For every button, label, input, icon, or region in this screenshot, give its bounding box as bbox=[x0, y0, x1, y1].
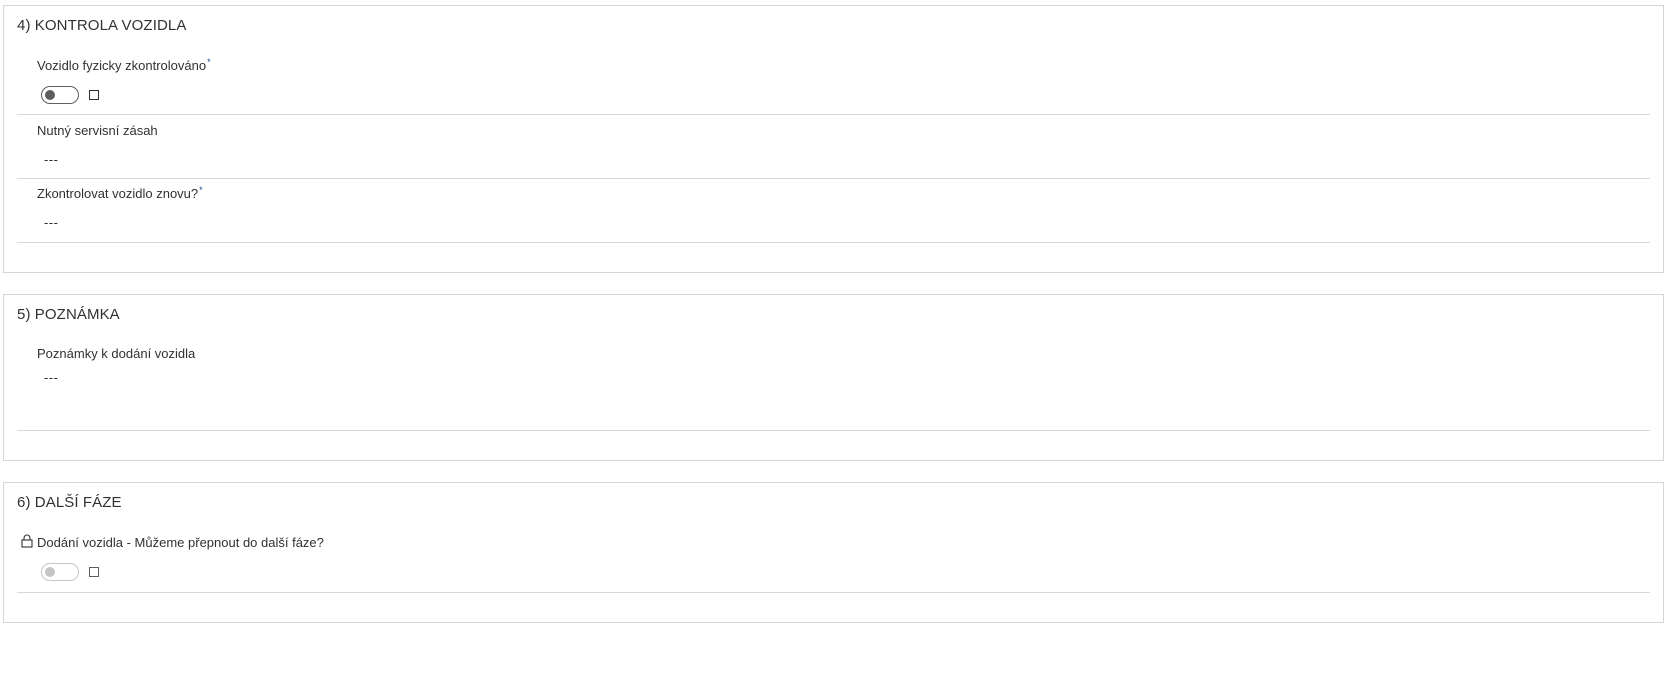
section-title: 6) DALŠÍ FÁZE bbox=[17, 494, 122, 511]
zkontrolovat-znovu-value[interactable]: --- bbox=[44, 215, 59, 230]
required-marker: * bbox=[199, 185, 203, 195]
section-kontrola-vozidla: 4) KONTROLA VOZIDLA Vozidlo fyzicky zkon… bbox=[3, 5, 1664, 273]
dalsi-faze-toggle bbox=[41, 563, 79, 581]
lock-icon bbox=[21, 534, 33, 548]
required-marker: * bbox=[207, 57, 211, 67]
field-label-servisni-zasah: Nutný servisní zásah bbox=[37, 123, 158, 138]
field-divider bbox=[17, 114, 1650, 115]
field-label-zkontrolovat-znovu: Zkontrolovat vozidlo znovu?* bbox=[37, 185, 203, 201]
field-label-dalsi-faze: Dodání vozidla - Můžeme přepnout do dalš… bbox=[37, 535, 324, 550]
field-label-vozidlo-zkontrolovano: Vozidlo fyzicky zkontrolováno* bbox=[37, 57, 211, 73]
field-label-poznamky: Poznámky k dodání vozidla bbox=[37, 346, 196, 361]
toggle-knob bbox=[45, 567, 55, 577]
toggle-knob bbox=[45, 90, 55, 100]
checkbox-glyph-icon bbox=[89, 567, 99, 577]
section-dalsi-faze: 6) DALŠÍ FÁZE Dodání vozidla - Můžeme př… bbox=[3, 482, 1664, 623]
checkbox-glyph-icon bbox=[89, 90, 99, 100]
field-divider bbox=[17, 178, 1650, 179]
field-divider bbox=[17, 592, 1650, 593]
section-poznamka: 5) POZNÁMKA Poznámky k dodání vozidla --… bbox=[3, 294, 1664, 461]
vozidlo-zkontrolovano-toggle[interactable] bbox=[41, 86, 79, 104]
section-title: 5) POZNÁMKA bbox=[17, 306, 120, 323]
section-title: 4) KONTROLA VOZIDLA bbox=[17, 17, 187, 34]
poznamky-value[interactable]: --- bbox=[44, 370, 59, 385]
field-divider bbox=[17, 242, 1650, 243]
field-divider bbox=[17, 430, 1650, 431]
servisni-zasah-value[interactable]: --- bbox=[44, 152, 59, 167]
